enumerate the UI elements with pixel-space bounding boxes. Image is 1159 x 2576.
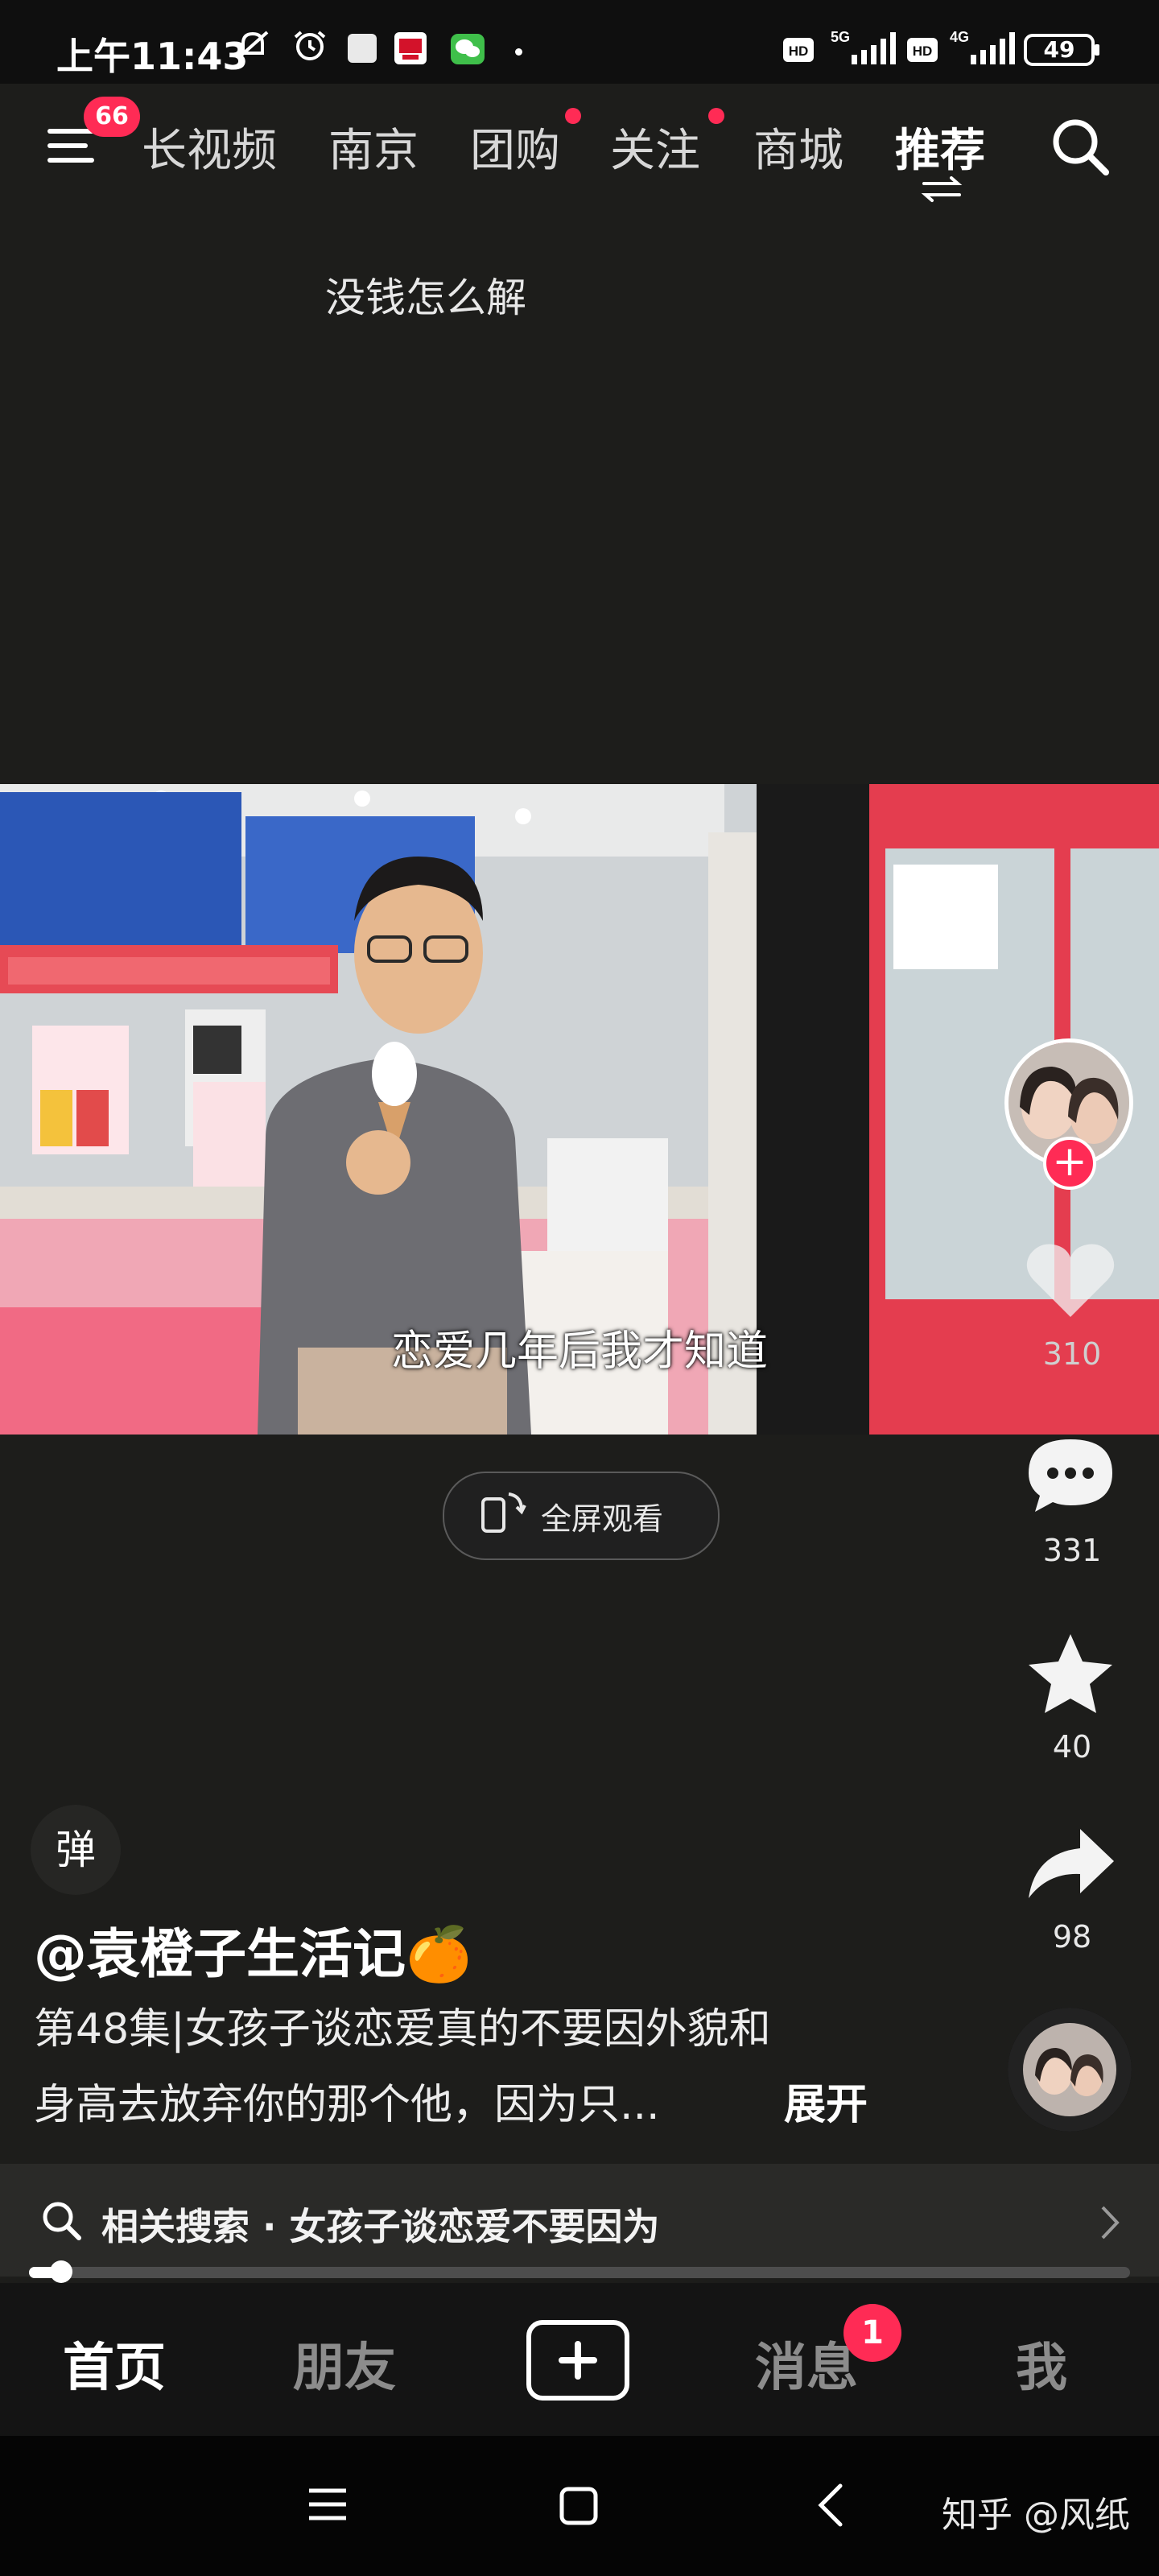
recent-apps-icon[interactable] xyxy=(306,2484,349,2524)
rotate-fullscreen-icon xyxy=(481,1492,526,1533)
watermark: 知乎 @风纸 xyxy=(942,2495,1130,2536)
video-subtitle: 恋爱几年后我才知道 xyxy=(390,1327,768,1376)
menu-notification-badge: 66 xyxy=(84,97,140,137)
search-icon xyxy=(43,2202,81,2240)
tab-group-buy-dot xyxy=(565,108,581,124)
nav-messages[interactable]: 消息 xyxy=(755,2326,858,2401)
tab-following-dot xyxy=(708,108,724,124)
notification-app-icon xyxy=(348,34,377,63)
description-line-1: 第48集|女孩子谈恋爱真的不要因外貌和 xyxy=(34,2005,771,2054)
share-count: 98 xyxy=(1052,1919,1092,1955)
svg-text:HD: HD xyxy=(913,43,933,59)
plus-icon xyxy=(559,2341,597,2380)
tab-mall[interactable]: 商城 xyxy=(753,114,843,180)
video-top-caption: 没钱怎么解 xyxy=(325,275,526,321)
nav-friends[interactable]: 朋友 xyxy=(293,2326,396,2401)
swap-arrows-icon xyxy=(921,176,963,202)
signal-5g-icon: 5G xyxy=(831,29,896,64)
expand-description-button[interactable]: 展开 xyxy=(784,2070,868,2131)
nav-me[interactable]: 我 xyxy=(1016,2326,1067,2401)
svg-text:4G: 4G xyxy=(950,29,969,45)
search-button[interactable] xyxy=(1046,113,1112,179)
status-time: 上午11:43 xyxy=(56,35,249,78)
messages-badge: 1 xyxy=(843,2304,901,2362)
favorite-count: 40 xyxy=(1052,1729,1092,1765)
hd-voice-icon: HD xyxy=(783,38,814,62)
follow-button[interactable]: + xyxy=(1043,1137,1096,1190)
danmaku-toggle-button[interactable]: 弹 xyxy=(31,1805,121,1895)
alarm-icon xyxy=(294,31,326,60)
more-notifications-dot-icon xyxy=(515,48,522,56)
tab-group-buy[interactable]: 团购 xyxy=(470,114,560,180)
battery-level: 49 xyxy=(1043,36,1075,63)
favorite-star-icon[interactable] xyxy=(1022,1629,1119,1718)
tab-long-video[interactable]: 长视频 xyxy=(142,114,277,180)
music-disc[interactable] xyxy=(1008,2008,1132,2132)
related-search-label: 相关搜索 · 女孩子谈恋爱不要因为 xyxy=(101,2205,660,2248)
home-square-icon[interactable] xyxy=(559,2486,599,2526)
comment-count: 331 xyxy=(1042,1533,1102,1568)
hd-voice-icon-2: HD xyxy=(907,38,938,62)
description-line-2: 身高去放弃你的那个他，因为只... xyxy=(34,2081,660,2129)
chevron-right-icon xyxy=(1101,2206,1120,2240)
svg-text:5G: 5G xyxy=(831,29,850,45)
tab-following[interactable]: 关注 xyxy=(610,114,700,180)
video-progress-thumb[interactable] xyxy=(50,2260,72,2283)
video-progress-track[interactable] xyxy=(29,2267,1130,2278)
nav-home[interactable]: 首页 xyxy=(63,2326,166,2401)
back-chevron-icon[interactable] xyxy=(813,2481,847,2529)
author-name[interactable]: @袁橙子生活记🍊 xyxy=(34,1911,472,1988)
tab-recommend[interactable]: 推荐 xyxy=(895,114,985,180)
like-heart-icon[interactable] xyxy=(1022,1236,1119,1325)
fullscreen-label: 全屏观看 xyxy=(541,1501,664,1537)
kfc-notification-icon xyxy=(394,32,427,64)
like-count: 310 xyxy=(1042,1336,1102,1372)
wechat-notification-icon xyxy=(451,34,485,64)
comment-icon[interactable] xyxy=(1022,1431,1119,1520)
tab-nanjing[interactable]: 南京 xyxy=(328,114,419,180)
mute-notification-icon xyxy=(237,31,269,60)
svg-text:HD: HD xyxy=(789,43,809,59)
share-arrow-icon[interactable] xyxy=(1022,1821,1119,1909)
signal-4g-icon: 4G xyxy=(950,29,1015,64)
